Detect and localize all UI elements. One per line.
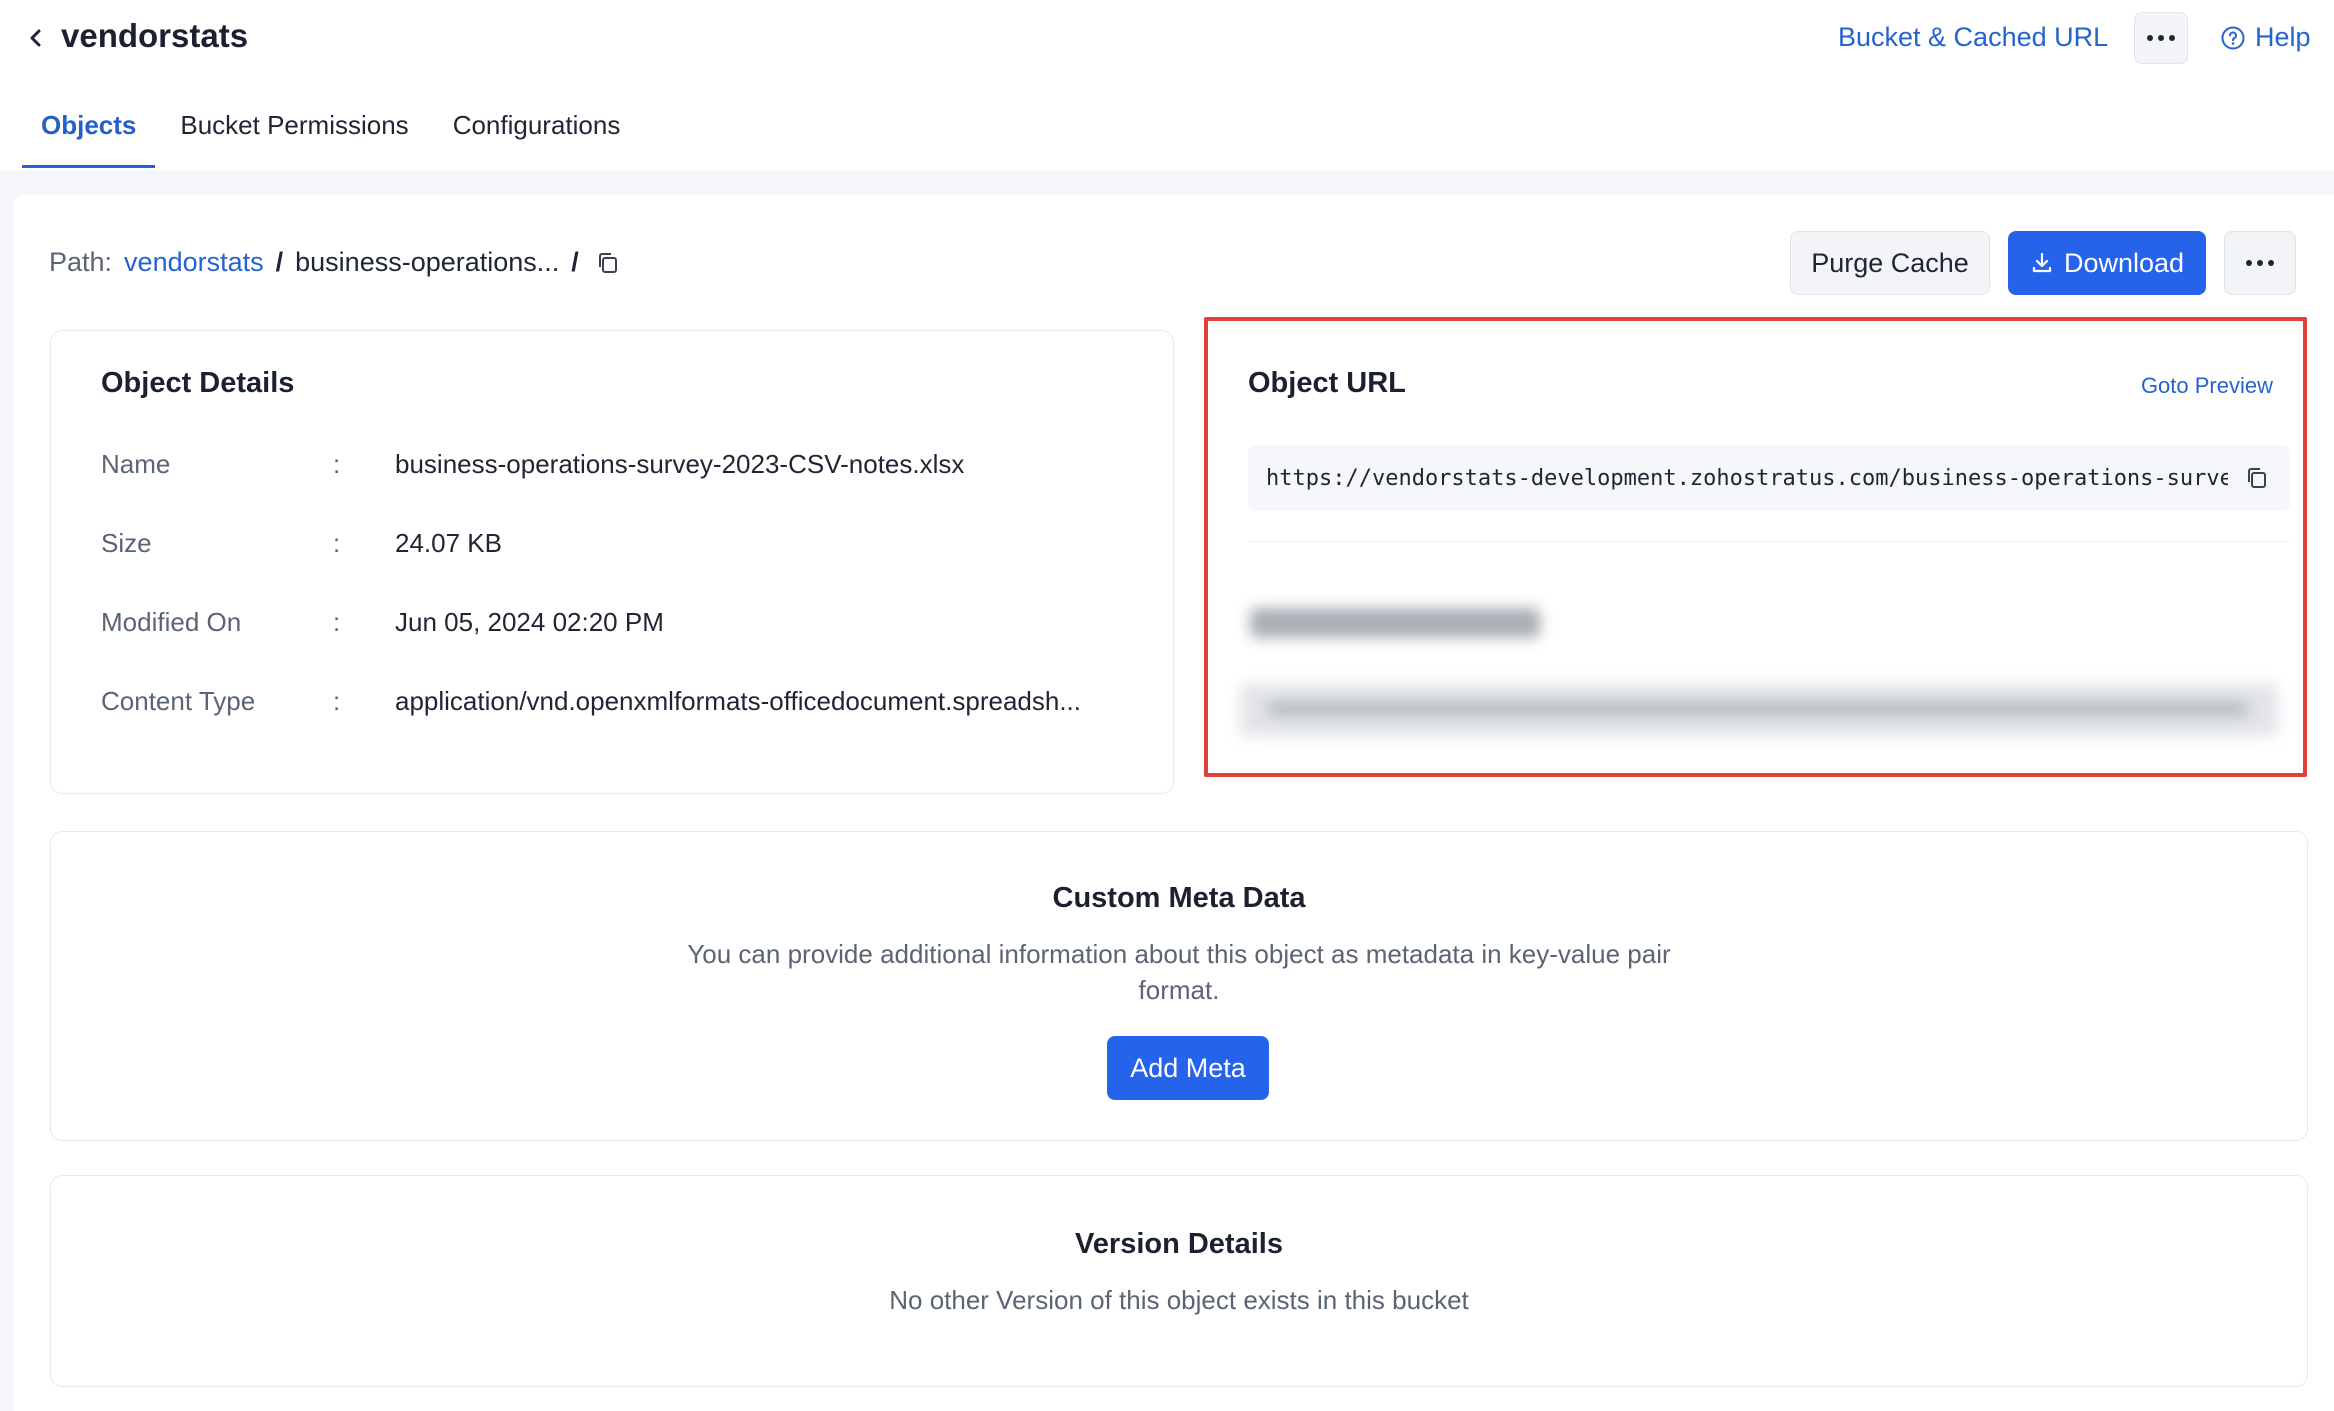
path-label: Path:: [49, 247, 113, 277]
blurred-url-text: [1268, 702, 2248, 716]
more-horizontal-icon: [2147, 35, 2175, 41]
version-details-panel: Version Details No other Version of this…: [50, 1175, 2308, 1387]
detail-row-content-type: Content Type : application/vnd.openxmlfo…: [101, 686, 1161, 717]
tab-objects[interactable]: Objects: [22, 96, 156, 168]
breadcrumb: Path: vendorstats / business-operations.…: [49, 247, 621, 278]
help-label: Help: [2255, 22, 2311, 52]
breadcrumb-separator: /: [571, 247, 579, 277]
main-content: Path: vendorstats / business-operations.…: [14, 195, 2334, 1411]
custom-meta-description: You can provide additional information a…: [687, 939, 1671, 1005]
copy-icon[interactable]: [595, 250, 621, 276]
detail-value: business-operations-survey-2023-CSV-note…: [395, 449, 965, 479]
custom-meta-panel: Custom Meta Data You can provide additio…: [50, 831, 2308, 1141]
download-label: Download: [2063, 247, 2185, 278]
object-url-text: https://vendorstats-development.zohostra…: [1266, 465, 2228, 491]
blurred-cached-url-section: [1238, 576, 2283, 746]
object-details-title: Object Details: [101, 367, 295, 399]
tab-configurations[interactable]: Configurations: [434, 96, 640, 168]
version-details-title: Version Details: [1075, 1228, 1283, 1260]
breadcrumb-separator: /: [275, 247, 284, 277]
detail-row-size: Size : 24.07 KB: [101, 528, 1161, 559]
detail-key: Modified On: [101, 607, 242, 637]
object-url-title: Object URL: [1248, 367, 1406, 399]
detail-value: Jun 05, 2024 02:20 PM: [395, 607, 664, 637]
breadcrumb-folder[interactable]: business-operations...: [295, 247, 559, 278]
blurred-title: [1250, 608, 1540, 638]
download-icon: [2032, 252, 2052, 273]
more-actions-button[interactable]: [2224, 231, 2296, 295]
detail-colon: :: [333, 607, 341, 637]
breadcrumb-root-link[interactable]: vendorstats: [124, 247, 264, 278]
more-horizontal-icon: [2246, 260, 2274, 266]
detail-key: Content Type: [101, 686, 256, 716]
help-circle-icon: [2221, 26, 2245, 49]
custom-meta-title: Custom Meta Data: [1052, 882, 1306, 914]
add-meta-button[interactable]: Add Meta: [1107, 1036, 1269, 1100]
version-details-description: No other Version of this object exists i…: [889, 1285, 1469, 1315]
purge-cache-button[interactable]: Purge Cache: [1790, 231, 1990, 295]
detail-value: 24.07 KB: [395, 528, 502, 558]
divider: [1248, 541, 2290, 542]
help-link[interactable]: Help: [2220, 22, 2311, 53]
object-url-panel: Object URL Goto Preview https://vendorst…: [1204, 317, 2307, 777]
detail-key: Size: [101, 528, 152, 558]
detail-row-modified: Modified On : Jun 05, 2024 02:20 PM: [101, 607, 1161, 638]
detail-value: application/vnd.openxmlformats-officedoc…: [395, 686, 1082, 716]
header-more-button[interactable]: [2134, 12, 2188, 64]
detail-key: Name: [101, 449, 171, 479]
chevron-left-icon[interactable]: [24, 22, 48, 54]
tab-bucket-permissions[interactable]: Bucket Permissions: [161, 96, 427, 168]
detail-colon: :: [333, 449, 341, 479]
tab-bar: Objects Bucket Permissions Configuration…: [22, 96, 645, 168]
copy-icon[interactable]: [2244, 465, 2270, 491]
goto-preview-link[interactable]: Goto Preview: [2141, 373, 2273, 399]
download-button[interactable]: Download: [2008, 231, 2206, 295]
object-url-field[interactable]: https://vendorstats-development.zohostra…: [1248, 445, 2290, 511]
page-title: vendorstats: [61, 17, 249, 54]
object-details-panel: Object Details Name : business-operation…: [50, 330, 1174, 794]
bucket-cached-url-link[interactable]: Bucket & Cached URL: [1838, 22, 2108, 53]
detail-colon: :: [333, 528, 341, 558]
top-bar: vendorstats Bucket & Cached URL Help Obj…: [0, 0, 2334, 170]
detail-colon: :: [333, 686, 341, 716]
detail-row-name: Name : business-operations-survey-2023-C…: [101, 449, 1161, 480]
